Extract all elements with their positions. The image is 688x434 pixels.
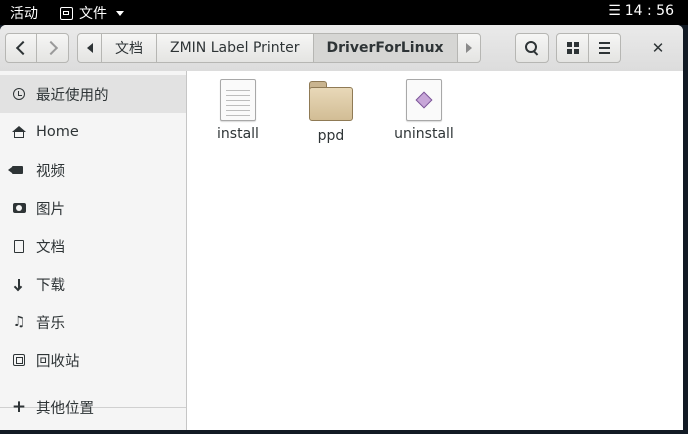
sidebar-item-label: 视频 [36, 163, 65, 180]
folder-icon [309, 81, 353, 121]
clock[interactable]: 14 : 56 [625, 3, 674, 19]
plus-icon: + [11, 396, 27, 417]
path-crumb-driverforlinux[interactable]: DriverForLinux [312, 33, 458, 63]
sidebar-item-label: 最近使用的 [36, 87, 109, 104]
home-icon [11, 126, 27, 138]
clock-area[interactable]: ☰ 14 : 56 [608, 3, 674, 19]
hamburger-menu-icon [599, 42, 610, 54]
menu-button[interactable] [588, 33, 621, 63]
file-item-ppd[interactable]: ppd [286, 79, 376, 144]
activities-button[interactable]: 活动 [10, 3, 38, 23]
sidebar-item-label: 下载 [36, 277, 65, 294]
path-scroll-left-button[interactable] [77, 33, 102, 63]
sidebar-item-trash[interactable]: 回收站 [0, 341, 186, 379]
sidebar-item-label: 文档 [36, 239, 65, 256]
caret-down-icon [116, 10, 124, 16]
close-icon: ✕ [651, 39, 665, 57]
sidebar-item-documents[interactable]: 文档 [0, 227, 186, 265]
chevron-right-icon [43, 40, 58, 56]
grid-view-icon [566, 42, 579, 54]
app-menu[interactable]: 文件 [60, 3, 124, 23]
back-button[interactable] [5, 33, 37, 63]
files-app-icon [60, 6, 73, 20]
sidebar-item-other-locations[interactable]: + 其他位置 [0, 388, 186, 426]
file-manager-window: 文档 ZMIN Label Printer DriverForLinux ✕ 最… [0, 25, 683, 430]
path-crumb-documents[interactable]: 文档 [101, 33, 157, 63]
sidebar-item-videos[interactable]: 视频 [0, 151, 186, 189]
triangle-right-icon [465, 43, 472, 53]
video-icon [8, 166, 27, 174]
app-menu-label: 文件 [79, 6, 107, 22]
search-button[interactable] [515, 33, 549, 63]
sidebar-item-label: 其他位置 [36, 400, 94, 417]
top-panel: 活动 文件 ☰ 14 : 56 [0, 0, 688, 25]
text-file-icon [220, 79, 256, 121]
headerbar: 文档 ZMIN Label Printer DriverForLinux ✕ [0, 25, 683, 72]
triangle-left-icon [86, 43, 93, 53]
file-view[interactable]: install ppd uninstall [187, 71, 683, 430]
sidebar-item-pictures[interactable]: 图片 [0, 189, 186, 227]
sidebar-item-recent[interactable]: 最近使用的 [0, 75, 186, 113]
document-icon [11, 239, 27, 253]
sidebar-item-label: 图片 [36, 201, 65, 218]
download-icon [11, 279, 27, 289]
music-icon: ♫ [12, 314, 26, 330]
file-item-install[interactable]: install [193, 79, 283, 142]
search-icon [525, 41, 539, 55]
sidebar-item-home[interactable]: Home [0, 113, 186, 151]
sidebar-item-label: 音乐 [36, 315, 65, 332]
view-mode-button[interactable] [556, 33, 589, 63]
trash-icon [11, 354, 27, 366]
path-crumb-zmin-label-printer[interactable]: ZMIN Label Printer [156, 33, 314, 63]
camera-icon [11, 203, 27, 213]
system-menu-icon[interactable]: ☰ [608, 3, 621, 19]
sidebar-item-label: 回收站 [36, 353, 80, 370]
file-name: install [217, 126, 259, 142]
sidebar-item-label: Home [36, 124, 79, 140]
forward-button[interactable] [36, 33, 69, 63]
sidebar-item-music[interactable]: ♫ 音乐 [0, 303, 186, 341]
file-item-uninstall[interactable]: uninstall [379, 79, 469, 142]
clock-icon [11, 88, 27, 100]
chevron-left-icon [15, 40, 31, 56]
file-name: ppd [317, 128, 345, 144]
close-button[interactable]: ✕ [641, 33, 675, 63]
sidebar: 最近使用的 Home 视频 图片 文档 下载 ♫ 音乐 回收站 + 其他位置 [0, 71, 187, 430]
path-bar: 文档 ZMIN Label Printer DriverForLinux [77, 33, 481, 63]
path-scroll-right-button[interactable] [456, 33, 481, 63]
script-icon [406, 79, 442, 121]
file-name: uninstall [394, 126, 454, 142]
sidebar-item-downloads[interactable]: 下载 [0, 265, 186, 303]
